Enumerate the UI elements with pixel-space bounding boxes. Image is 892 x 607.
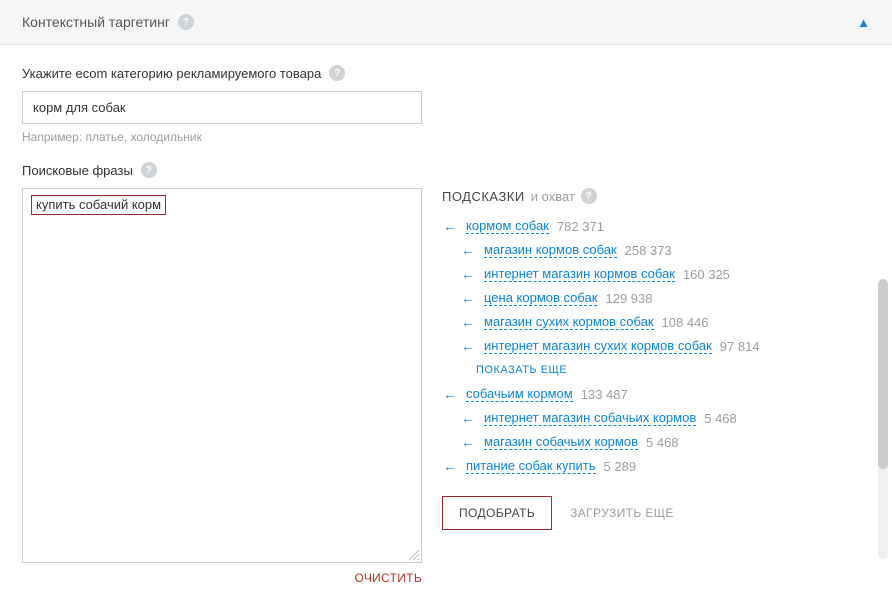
hint-count: 133 487 (581, 387, 628, 402)
hint-link[interactable]: интернет магазин кормов собак (484, 266, 675, 282)
hint-row: ← собачьим кормом 133 487 (442, 382, 870, 406)
category-input[interactable] (22, 91, 422, 124)
add-phrase-icon[interactable]: ← (460, 338, 476, 354)
right-column: ПОДСКАЗКИ и охват ? ← кормом собак 782 3… (442, 188, 870, 585)
add-phrase-icon[interactable]: ← (460, 242, 476, 258)
hints-list: ← кормом собак 782 371 ← магазин кормов … (442, 214, 870, 478)
phrase-highlight: купить собачий корм (31, 195, 166, 215)
collapse-icon[interactable]: ▲ (857, 15, 870, 30)
hint-link[interactable]: магазин кормов собак (484, 242, 617, 258)
hint-link[interactable]: собачьим кормом (466, 386, 573, 402)
panel-title-row: Контекстный таргетинг ? (22, 14, 194, 30)
hints-subtitle: и охват (531, 189, 575, 204)
two-column-layout: купить собачий корм ОЧИСТИТЬ ПОДСКАЗКИ и… (22, 188, 870, 585)
hint-link[interactable]: кормом собак (466, 218, 549, 234)
load-more-button[interactable]: ЗАГРУЗИТЬ ЕЩЕ (570, 506, 674, 520)
hint-link[interactable]: магазин сухих кормов собак (484, 314, 654, 330)
hint-row: ← магазин сухих кормов собак 108 446 (442, 310, 870, 334)
hints-title-row: ПОДСКАЗКИ и охват ? (442, 188, 870, 204)
left-column: купить собачий корм ОЧИСТИТЬ (22, 188, 422, 585)
add-phrase-icon[interactable]: ← (442, 218, 458, 234)
hint-row: ← питание собак купить 5 289 (442, 454, 870, 478)
clear-button[interactable]: ОЧИСТИТЬ (22, 571, 422, 585)
panel-header: Контекстный таргетинг ? ▲ (0, 0, 892, 45)
hints-title: ПОДСКАЗКИ (442, 189, 525, 204)
add-phrase-icon[interactable]: ← (460, 314, 476, 330)
hint-row: ← цена кормов собак 129 938 (442, 286, 870, 310)
hint-row: ← кормом собак 782 371 (442, 214, 870, 238)
category-hint: Например: платье, холодильник (22, 130, 870, 144)
panel-title: Контекстный таргетинг (22, 14, 170, 30)
hint-count: 782 371 (557, 219, 604, 234)
hint-count: 97 814 (720, 339, 760, 354)
help-icon[interactable]: ? (178, 14, 194, 30)
help-icon[interactable]: ? (141, 162, 157, 178)
hint-row: ← интернет магазин кормов собак 160 325 (442, 262, 870, 286)
add-phrase-icon[interactable]: ← (460, 290, 476, 306)
hint-count: 160 325 (683, 267, 730, 282)
category-label: Укажите ecom категорию рекламируемого то… (22, 66, 321, 81)
hint-count: 108 446 (662, 315, 709, 330)
hint-row: ← интернет магазин сухих кормов собак 97… (442, 334, 870, 358)
content-area: Укажите ecom категорию рекламируемого то… (0, 45, 892, 605)
help-icon[interactable]: ? (581, 188, 597, 204)
scrollbar-thumb[interactable] (878, 279, 888, 469)
hint-count: 129 938 (605, 291, 652, 306)
category-label-row: Укажите ecom категорию рекламируемого то… (22, 65, 870, 81)
phrases-textarea[interactable]: купить собачий корм (22, 188, 422, 563)
phrases-section: Поисковые фразы ? купить собачий корм ОЧ… (22, 162, 870, 585)
hint-link[interactable]: интернет магазин сухих кормов собак (484, 338, 712, 354)
hints-bottom-row: ПОДОБРАТЬ ЗАГРУЗИТЬ ЕЩЕ (442, 496, 870, 530)
hint-row: ← магазин собачьих кормов 5 468 (442, 430, 870, 454)
add-phrase-icon[interactable]: ← (460, 410, 476, 426)
hint-row: ← магазин кормов собак 258 373 (442, 238, 870, 262)
hint-count: 5 289 (604, 459, 637, 474)
pick-button[interactable]: ПОДОБРАТЬ (442, 496, 552, 530)
hint-count: 5 468 (704, 411, 737, 426)
phrases-textarea-wrap: купить собачий корм (22, 188, 422, 563)
hint-row: ← интернет магазин собачьих кормов 5 468 (442, 406, 870, 430)
resize-handle-icon[interactable] (408, 549, 420, 561)
show-more-link[interactable]: ПОКАЗАТЬ ЕЩЕ (442, 358, 870, 382)
scrollbar-track[interactable] (878, 279, 888, 559)
phrases-label: Поисковые фразы (22, 163, 133, 178)
hint-link[interactable]: питание собак купить (466, 458, 596, 474)
hint-link[interactable]: магазин собачьих кормов (484, 434, 638, 450)
add-phrase-icon[interactable]: ← (460, 266, 476, 282)
add-phrase-icon[interactable]: ← (442, 386, 458, 402)
phrases-label-row: Поисковые фразы ? (22, 162, 870, 178)
hint-link[interactable]: интернет магазин собачьих кормов (484, 410, 696, 426)
add-phrase-icon[interactable]: ← (442, 458, 458, 474)
help-icon[interactable]: ? (329, 65, 345, 81)
add-phrase-icon[interactable]: ← (460, 434, 476, 450)
hint-count: 258 373 (625, 243, 672, 258)
hint-link[interactable]: цена кормов собак (484, 290, 597, 306)
hint-count: 5 468 (646, 435, 679, 450)
